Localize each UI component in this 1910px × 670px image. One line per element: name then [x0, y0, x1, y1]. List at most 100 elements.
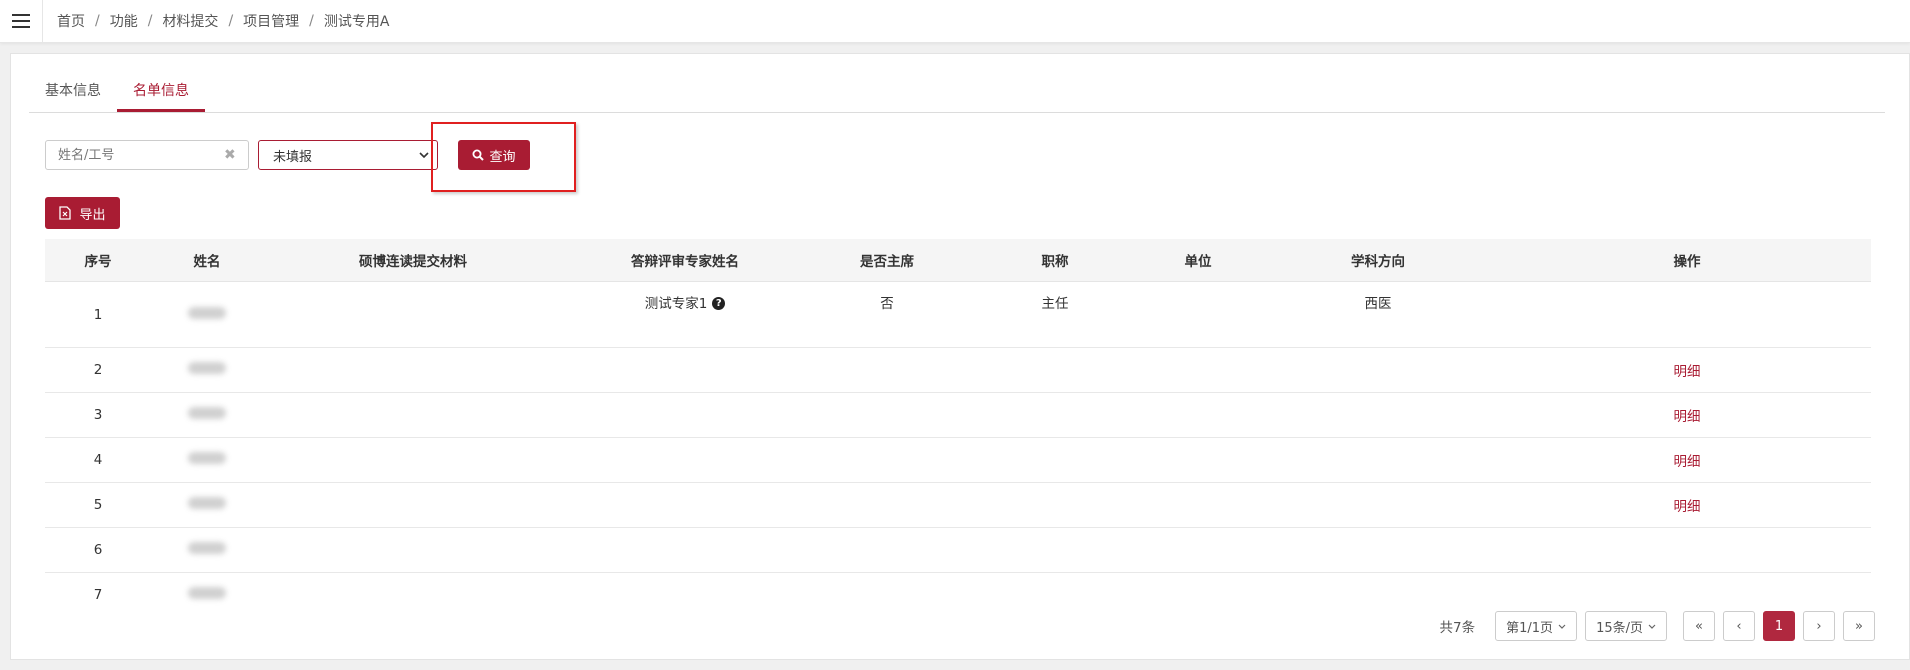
export-button[interactable]: 导出: [45, 197, 120, 229]
cell-material: [263, 527, 563, 573]
cell-material: [263, 281, 563, 348]
breadcrumb-item-home[interactable]: 首页: [57, 11, 85, 31]
column-header: 职称: [967, 239, 1143, 282]
breadcrumb-separator: /: [228, 13, 234, 29]
cell-material: [263, 347, 563, 393]
search-icon: [472, 149, 485, 161]
cell-action: 明细: [1503, 392, 1871, 438]
menu-toggle-button[interactable]: [0, 0, 43, 42]
export-button-label: 导出: [79, 207, 106, 223]
next-page-button[interactable]: ›: [1803, 611, 1835, 641]
cell-name: [151, 527, 263, 573]
cell-chair: [807, 527, 967, 573]
status-select-value: 未填报: [273, 149, 313, 165]
list-table: 序号 姓名 硕博连读提交材料 答辩评审专家姓名 是否主席 职称 单位 学科方向 …: [45, 239, 1871, 617]
breadcrumb-separator: /: [147, 13, 153, 29]
cell-expert: [563, 437, 807, 483]
cell-material: [263, 437, 563, 483]
cell-name: [151, 347, 263, 393]
top-bar: 首页 / 功能 / 材料提交 / 项目管理 / 测试专用A: [0, 0, 1910, 43]
cell-expert: 测试专家1?: [563, 281, 807, 348]
status-select[interactable]: 未填报: [258, 140, 438, 170]
cell-subject: [1253, 527, 1503, 573]
cell-expert: [563, 527, 807, 573]
prev-page-button[interactable]: ‹: [1723, 611, 1755, 641]
cell-no: 7: [93, 587, 103, 603]
page-button-current[interactable]: 1: [1763, 611, 1795, 641]
tab-bar: 基本信息 名单信息: [29, 72, 1885, 113]
cell-name: [151, 573, 263, 618]
cell-expert: [563, 347, 807, 393]
cell-title: [967, 392, 1143, 438]
cell-action: [1503, 281, 1871, 348]
breadcrumb-item-project[interactable]: 项目管理: [243, 11, 299, 31]
table-header-row: 序号 姓名 硕博连读提交材料 答辩评审专家姓名 是否主席 职称 单位 学科方向 …: [45, 239, 1871, 282]
page-size-label: 15条/页: [1596, 620, 1643, 636]
redacted-name: [188, 407, 226, 419]
detail-link[interactable]: 明细: [1674, 364, 1701, 380]
detail-link[interactable]: 明细: [1674, 454, 1701, 470]
cell-name: [151, 281, 263, 348]
tab-list-info[interactable]: 名单信息: [117, 72, 205, 112]
cell-subject: [1253, 392, 1503, 438]
cell-chair: [807, 392, 967, 438]
search-field: ✖: [45, 140, 249, 170]
column-header: 答辩评审专家姓名: [563, 239, 807, 282]
cell-unit: [1143, 437, 1253, 483]
redacted-name: [188, 497, 226, 509]
column-header: 操作: [1503, 239, 1871, 282]
cell-name: [151, 392, 263, 438]
hamburger-menu-icon: [12, 14, 30, 28]
first-page-button[interactable]: «: [1683, 611, 1715, 641]
search-input[interactable]: [56, 141, 220, 169]
cell-unit: [1143, 347, 1253, 393]
column-header: 单位: [1143, 239, 1253, 282]
expert-name: 测试专家1: [644, 296, 708, 312]
column-header: 硕博连读提交材料: [263, 239, 563, 282]
breadcrumb-item-function[interactable]: 功能: [110, 11, 138, 31]
cell-chair: [807, 437, 967, 483]
query-button[interactable]: 查询: [458, 140, 530, 170]
breadcrumb-separator: /: [309, 13, 314, 29]
cell-unit: [1143, 281, 1253, 348]
redacted-name: [188, 542, 226, 554]
page-info-label: 第1/1页: [1506, 620, 1554, 636]
cell-chair: [807, 482, 967, 528]
detail-link[interactable]: 明细: [1674, 409, 1701, 425]
cell-expert: [563, 392, 807, 438]
cell-no: 1: [45, 281, 151, 348]
table-row: 5 明细: [45, 482, 1871, 528]
page-info-dropdown[interactable]: 第1/1页: [1495, 611, 1578, 641]
cell-no: 2: [45, 347, 151, 393]
chevron-down-icon: [419, 151, 429, 158]
pagination: 共7条 第1/1页 15条/页 « ‹ 1 › »: [1440, 610, 1875, 642]
column-header: 学科方向: [1253, 239, 1503, 282]
cell-subject: 西医: [1253, 281, 1503, 348]
detail-link[interactable]: 明细: [1674, 499, 1701, 515]
cell-no: 3: [45, 392, 151, 438]
page-size-dropdown[interactable]: 15条/页: [1585, 611, 1667, 641]
cell-subject: [1253, 347, 1503, 393]
cell-name: [151, 437, 263, 483]
last-page-button[interactable]: »: [1843, 611, 1875, 641]
chevron-down-icon: [1648, 624, 1656, 629]
cell-unit: [1143, 527, 1253, 573]
tab-basic-info[interactable]: 基本信息: [29, 72, 117, 112]
cell-chair: [807, 347, 967, 393]
cell-no: 5: [45, 482, 151, 528]
table-row: 2 明细: [45, 347, 1871, 393]
table-row: 3 明细: [45, 392, 1871, 438]
redacted-name: [188, 362, 226, 374]
column-header: 是否主席: [807, 239, 967, 282]
clear-icon[interactable]: ✖: [224, 147, 236, 163]
question-circle-icon[interactable]: ?: [712, 296, 726, 310]
breadcrumb-item-material[interactable]: 材料提交: [162, 11, 218, 31]
cell-title: 主任: [967, 281, 1143, 348]
table-row: 1 测试专家1? 否 主任 西医: [45, 281, 1871, 348]
cell-action: 明细: [1503, 347, 1871, 393]
cell-expert: [563, 482, 807, 528]
cell-action: [1503, 527, 1871, 573]
redacted-name: [188, 306, 226, 319]
cell-material: [263, 392, 563, 438]
chevron-down-icon: [1558, 624, 1566, 629]
